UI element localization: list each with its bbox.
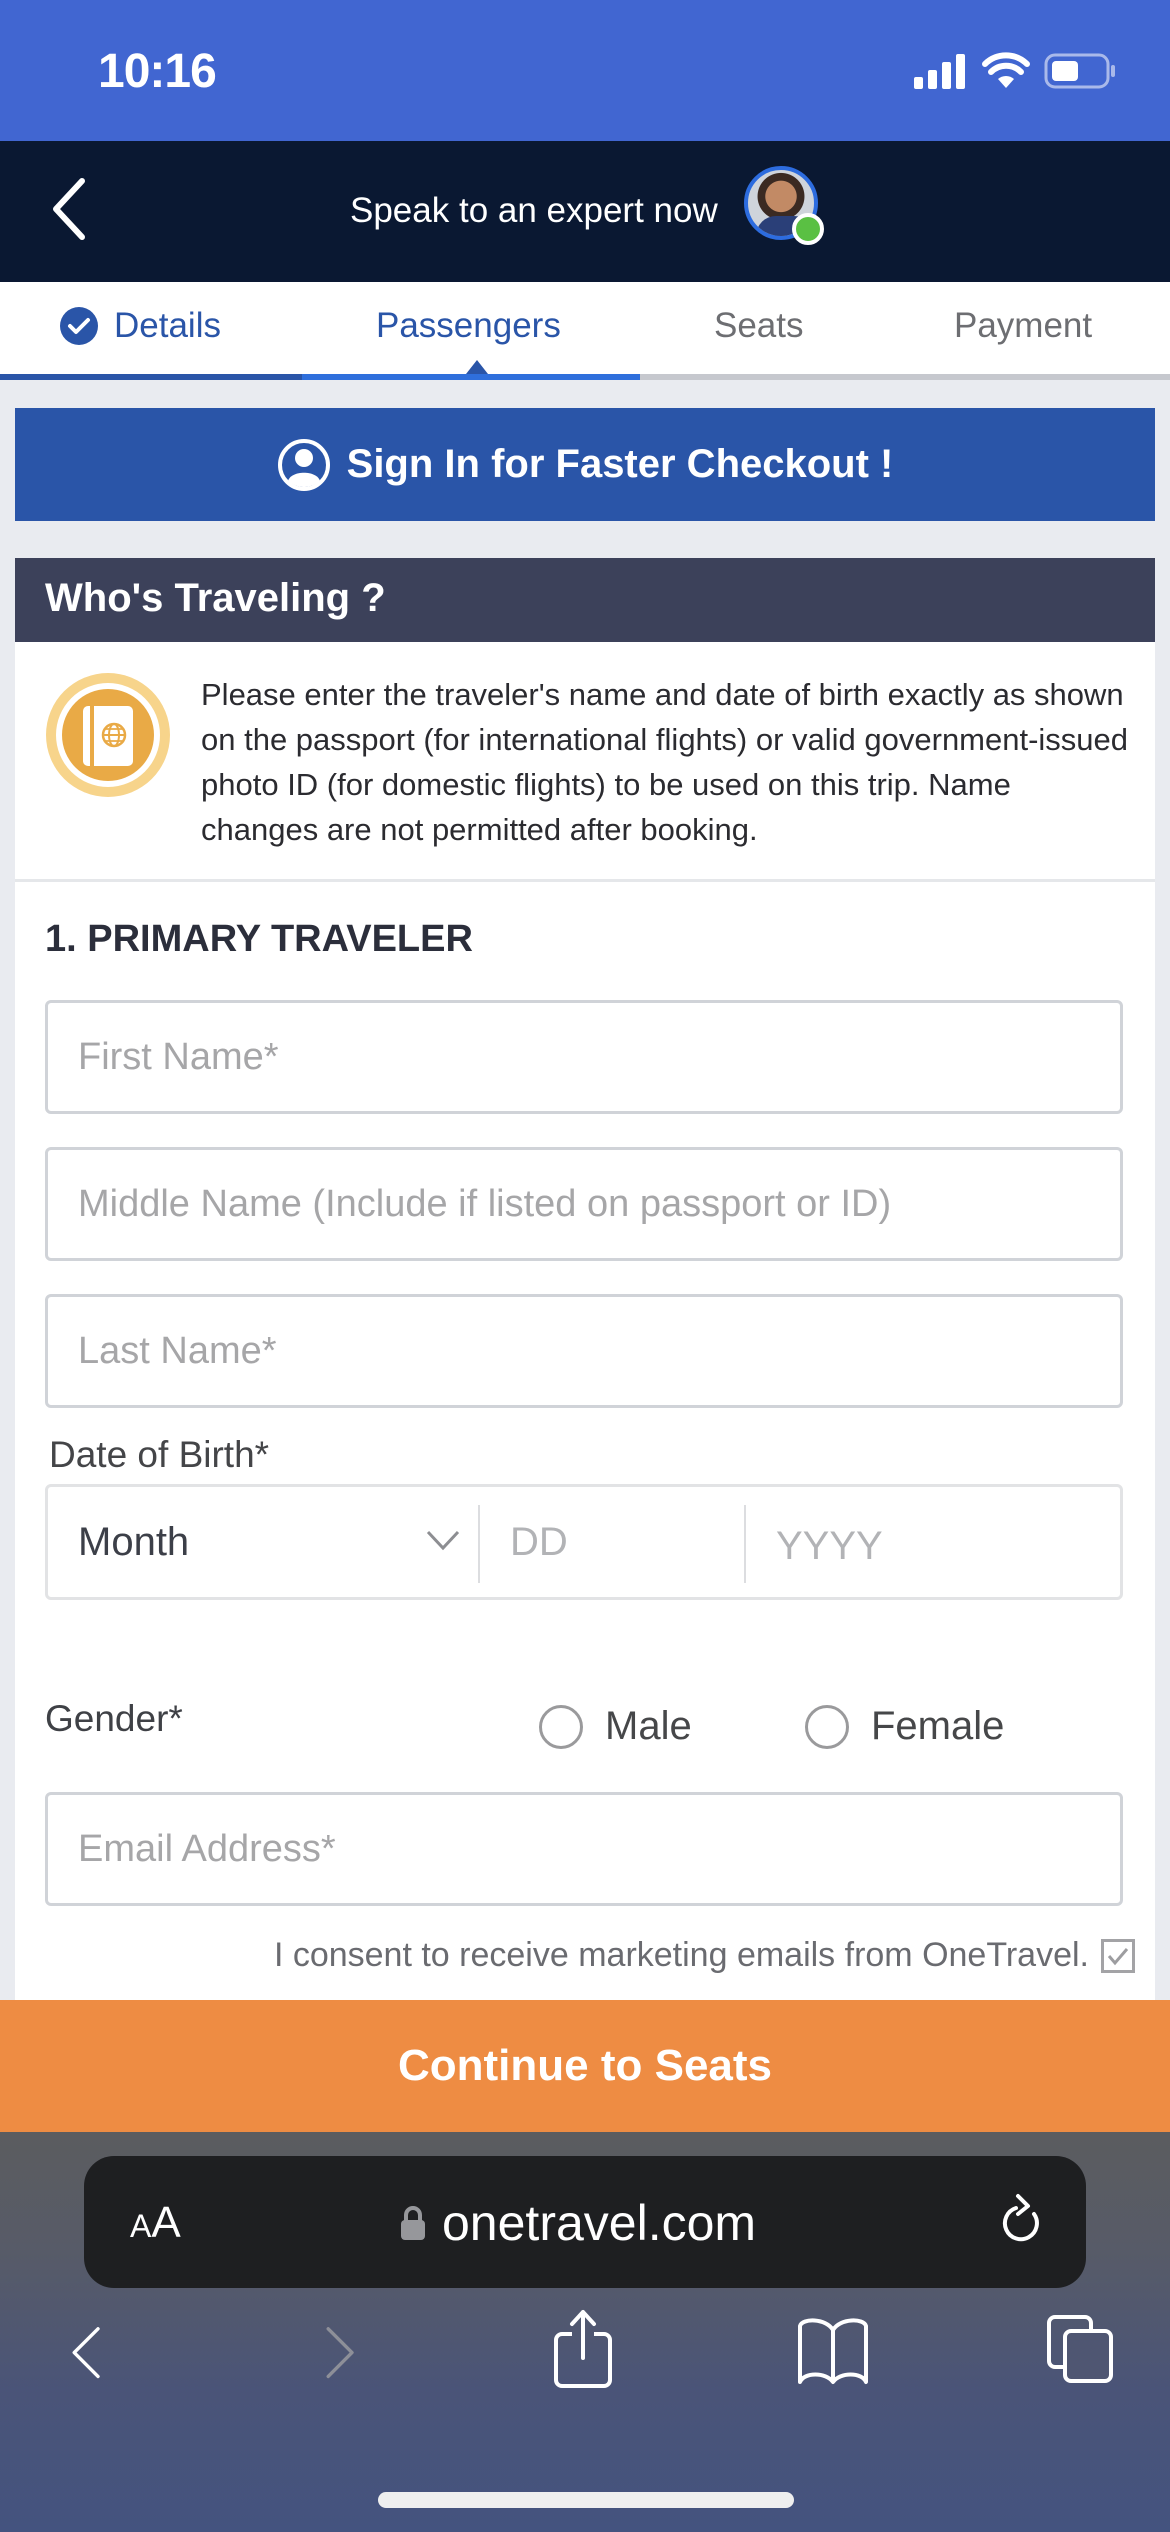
user-circle-icon xyxy=(277,438,330,491)
dob-divider xyxy=(744,1505,746,1583)
dob-day-field[interactable] xyxy=(488,1487,738,1597)
back-button[interactable] xyxy=(48,177,108,247)
progress-active xyxy=(302,374,640,380)
bookmarks-icon[interactable] xyxy=(796,2316,870,2386)
last-name-input[interactable] xyxy=(48,1297,1120,1405)
share-icon[interactable] xyxy=(550,2308,616,2390)
dob-year-input[interactable] xyxy=(754,1491,1114,1601)
tab-details[interactable]: Details xyxy=(60,306,221,346)
chevron-left-icon xyxy=(53,178,85,240)
active-tab-pointer xyxy=(466,360,488,374)
text-size-large-a: A xyxy=(151,2198,181,2247)
dob-group: Month xyxy=(45,1484,1123,1601)
last-name-field[interactable] xyxy=(45,1294,1123,1408)
gender-male-radio[interactable]: Male xyxy=(539,1704,692,1749)
reload-icon[interactable] xyxy=(998,2192,1046,2250)
radio-circle-icon[interactable] xyxy=(805,1704,849,1749)
id-notice: Please enter the traveler's name and dat… xyxy=(15,642,1155,882)
check-circle-icon xyxy=(60,307,98,345)
tab-details-label: Details xyxy=(114,306,221,345)
chevron-down-icon xyxy=(426,1530,460,1551)
radio-circle-icon[interactable] xyxy=(539,1704,583,1749)
tab-seats[interactable]: Seats xyxy=(714,306,804,346)
lock-icon xyxy=(401,2206,425,2240)
whos-traveling-title: Who's Traveling ? xyxy=(15,558,1155,642)
url-display[interactable]: onetravel.com xyxy=(400,2194,756,2252)
passport-icon xyxy=(46,673,170,797)
checkmark-icon xyxy=(1107,1947,1129,1965)
dob-label: Date of Birth* xyxy=(49,1434,270,1475)
middle-name-field[interactable] xyxy=(45,1147,1123,1261)
dob-divider xyxy=(478,1505,480,1583)
marketing-consent[interactable]: I consent to receive marketing emails fr… xyxy=(274,1936,1135,1975)
progress-remaining xyxy=(640,374,1170,380)
tab-payment[interactable]: Payment xyxy=(954,306,1092,346)
text-size-small-a: A xyxy=(130,2208,152,2244)
browser-forward-icon[interactable] xyxy=(318,2322,362,2386)
sign-in-label: Sign In for Faster Checkout ! xyxy=(346,442,894,486)
online-status-dot xyxy=(792,213,824,245)
wifi-icon xyxy=(982,52,1030,88)
first-name-input[interactable] xyxy=(48,1003,1120,1111)
dob-month-value: Month xyxy=(78,1519,190,1564)
email-field[interactable] xyxy=(45,1792,1123,1906)
primary-traveler-title: 1. PRIMARY TRAVELER xyxy=(45,918,473,960)
gender-male-label: Male xyxy=(605,1704,692,1748)
address-bar[interactable]: AA onetravel.com xyxy=(84,2156,1086,2288)
dob-day-input[interactable] xyxy=(488,1487,738,1597)
home-indicator[interactable] xyxy=(378,2492,794,2508)
whos-traveling-card: Who's Traveling ? Please enter the trave… xyxy=(15,558,1155,2000)
url-text: onetravel.com xyxy=(442,2195,757,2251)
dob-month-select[interactable]: Month xyxy=(48,1487,478,1597)
gender-label: Gender* xyxy=(45,1698,183,1739)
speak-to-expert-link[interactable]: Speak to an expert now xyxy=(350,191,718,231)
tabs-icon[interactable] xyxy=(1046,2314,1116,2384)
progress-completed xyxy=(0,374,302,380)
first-name-field[interactable] xyxy=(45,1000,1123,1114)
tab-passengers[interactable]: Passengers xyxy=(376,306,561,346)
browser-toolbar: AA onetravel.com xyxy=(0,2132,1170,2532)
checkout-steps: Details Passengers Seats Payment xyxy=(0,282,1170,380)
gender-female-label: Female xyxy=(871,1704,1005,1748)
marketing-consent-label: I consent to receive marketing emails fr… xyxy=(273,1936,1089,1974)
text-size-button[interactable]: AA xyxy=(130,2198,181,2248)
continue-to-seats-button[interactable]: Continue to Seats xyxy=(0,2000,1170,2132)
id-notice-text: Please enter the traveler's name and dat… xyxy=(201,677,1129,847)
sign-in-button[interactable]: Sign In for Faster Checkout ! xyxy=(15,408,1155,521)
cellular-signal-icon xyxy=(914,54,965,89)
dob-year-field[interactable] xyxy=(754,1491,1114,1601)
gender-female-radio[interactable]: Female xyxy=(805,1704,1004,1749)
status-bar: 10:16 xyxy=(0,0,1170,141)
email-input[interactable] xyxy=(48,1795,1120,1903)
middle-name-input[interactable] xyxy=(48,1150,1120,1258)
status-icons xyxy=(914,52,1116,90)
top-bar: Speak to an expert now xyxy=(0,141,1170,282)
browser-back-icon[interactable] xyxy=(64,2322,108,2386)
status-time: 10:16 xyxy=(98,45,217,98)
battery-icon xyxy=(1044,53,1115,89)
marketing-consent-checkbox[interactable] xyxy=(1101,1938,1135,1973)
